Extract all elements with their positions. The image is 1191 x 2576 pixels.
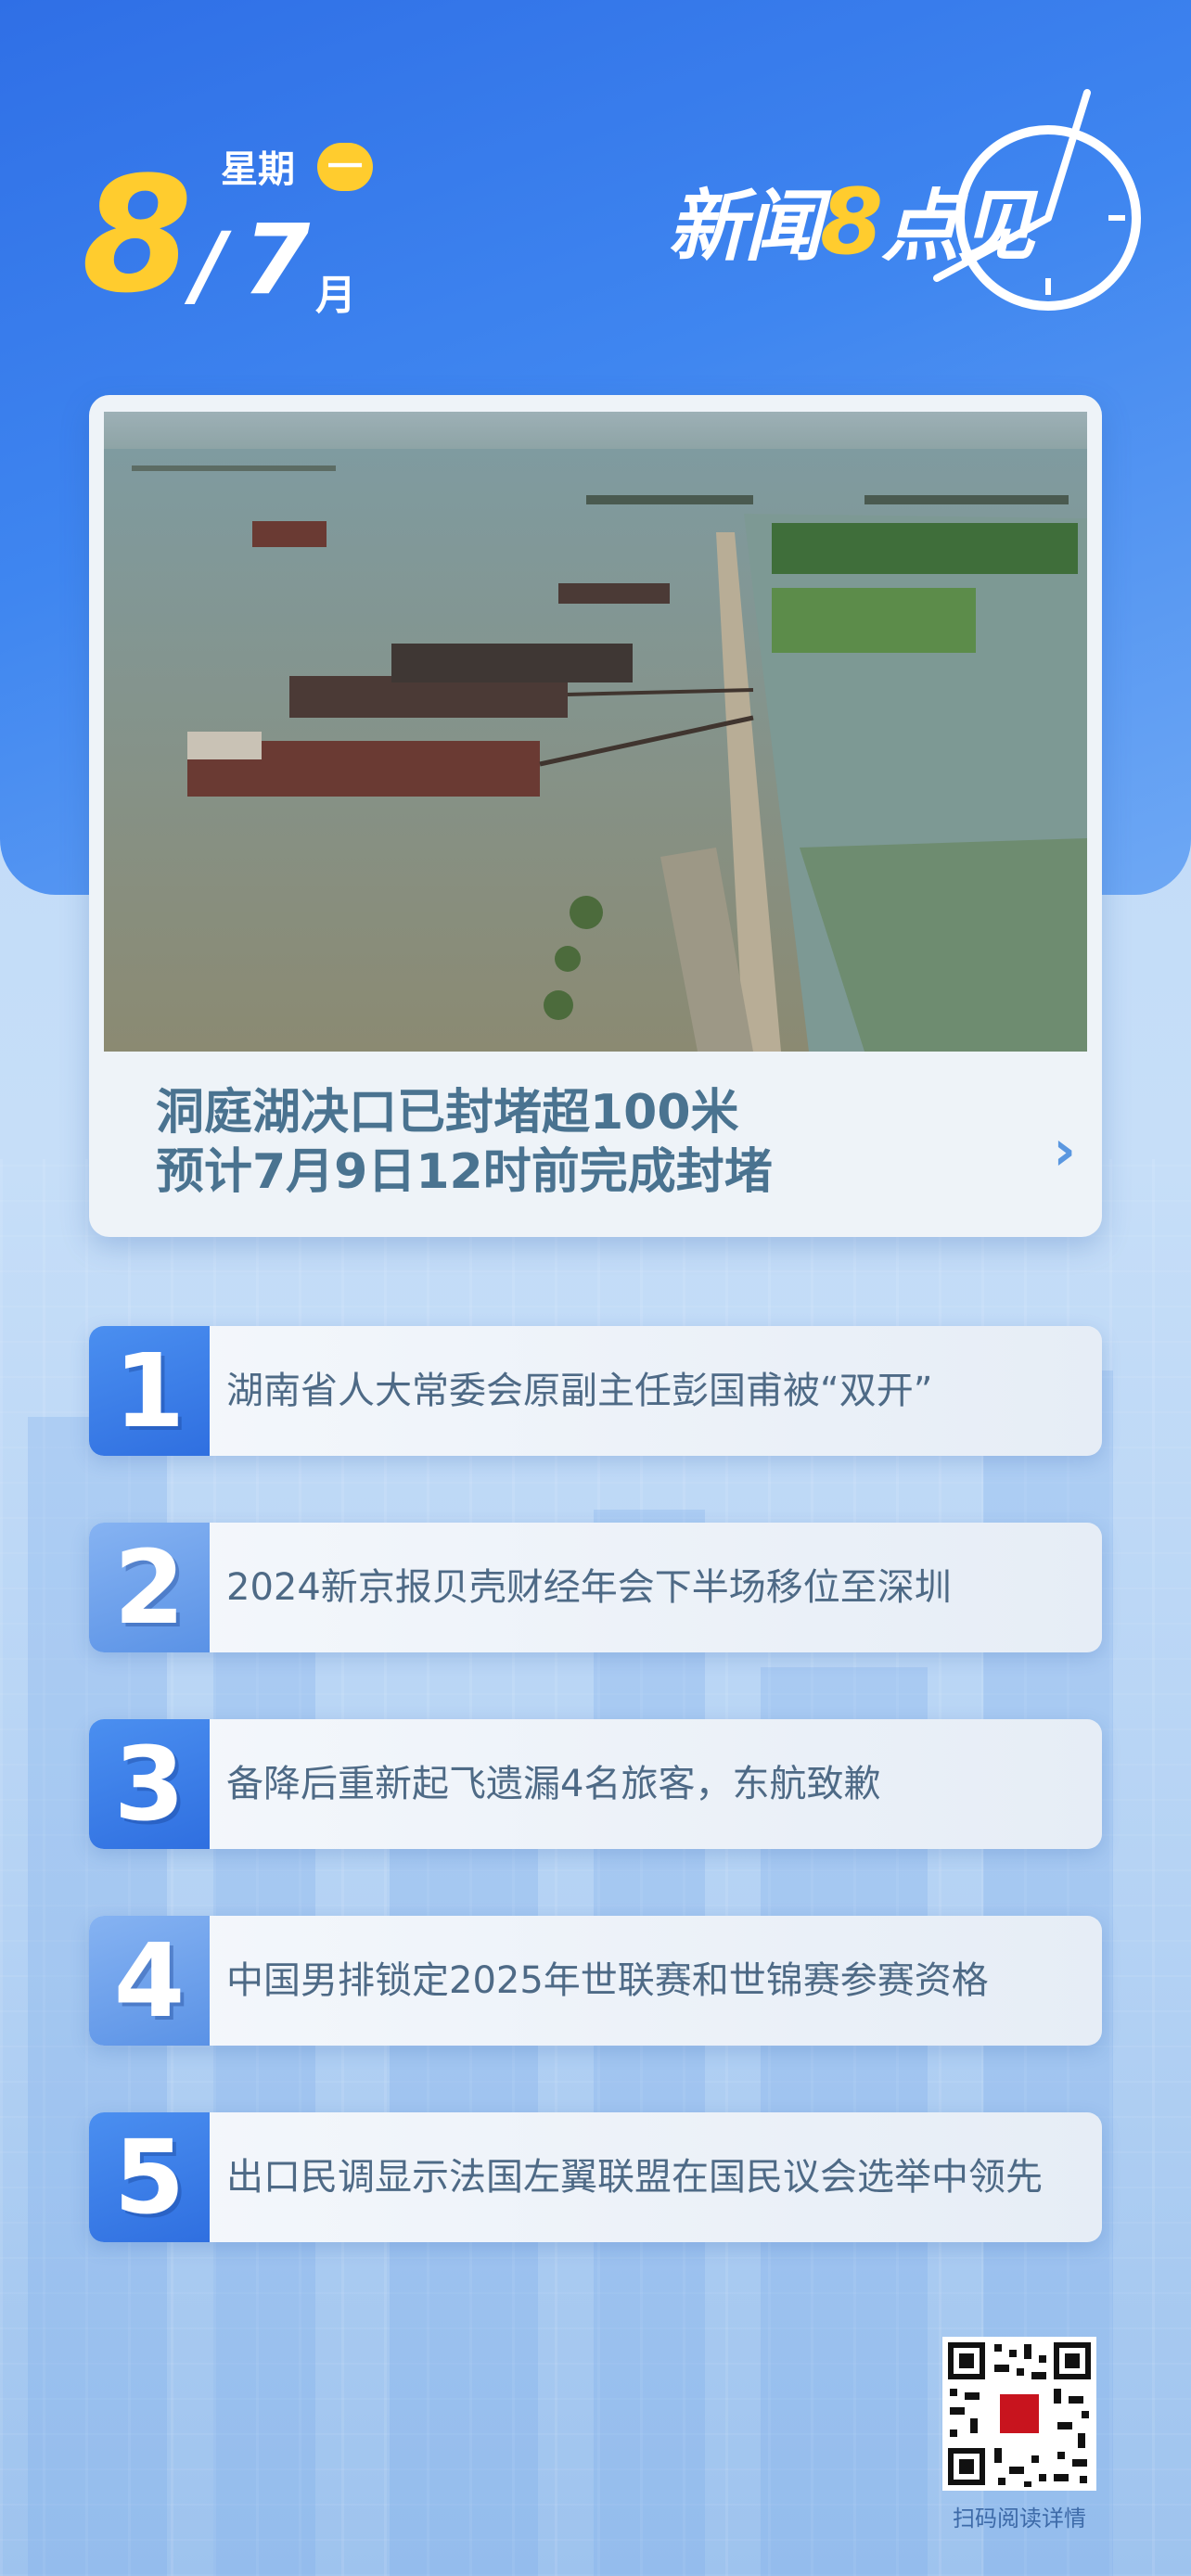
brand-wordmark: 新闻8点见 bbox=[668, 164, 1035, 276]
news-item-5[interactable]: 5 出口民调显示法国左翼联盟在国民议会选举中领先 bbox=[89, 2112, 1102, 2242]
brand-number: 8 bbox=[820, 170, 883, 275]
qr-code[interactable] bbox=[942, 2337, 1096, 2491]
news-number: 4 bbox=[89, 1916, 210, 2046]
news-item-1[interactable]: 1 湖南省人大常委会原副主任彭国甫被“双开” bbox=[89, 1326, 1102, 1456]
brand-logo: 新闻8点见 bbox=[668, 88, 1150, 311]
weekday-label: 星期 bbox=[221, 148, 295, 191]
qr-label: 扫码阅读详情 bbox=[953, 2506, 1086, 2531]
news-number: 5 bbox=[89, 2112, 210, 2242]
news-item-4[interactable]: 4 中国男排锁定2025年世联赛和世锦赛参赛资格 bbox=[89, 1916, 1102, 2046]
headline-title-line2: 预计7月9日12时前完成封堵 bbox=[156, 1144, 773, 1200]
news-title: 备降后重新起飞遗漏4名旅客，东航致歉 bbox=[226, 1763, 881, 1805]
date-day: 8 bbox=[82, 142, 193, 328]
chevron-right-icon[interactable]: › bbox=[1053, 1118, 1076, 1183]
headline-title: 洞庭湖决口已封堵超100米 预计7月9日12时前完成封堵 bbox=[156, 1083, 991, 1202]
brand-prefix: 新闻 bbox=[668, 181, 822, 272]
news-number: 3 bbox=[89, 1719, 210, 1849]
weekday-badge: 一 bbox=[317, 143, 373, 191]
date-month: 7 bbox=[243, 203, 311, 316]
brand-suffix: 点见 bbox=[881, 181, 1035, 272]
news-item-2[interactable]: 2 2024新京报贝壳财经年会下半场移位至深圳 bbox=[89, 1523, 1102, 1652]
headline-card[interactable]: 洞庭湖决口已封堵超100米 预计7月9日12时前完成封堵 › bbox=[89, 395, 1102, 1237]
news-item-3[interactable]: 3 备降后重新起飞遗漏4名旅客，东航致歉 bbox=[89, 1719, 1102, 1849]
date-month-unit: 月 bbox=[315, 272, 356, 319]
news-title: 出口民调显示法国左翼联盟在国民议会选举中领先 bbox=[226, 2156, 1043, 2199]
news-number: 2 bbox=[89, 1523, 210, 1652]
news-title: 中国男排锁定2025年世联赛和世锦赛参赛资格 bbox=[226, 1959, 989, 2002]
headline-photo bbox=[104, 412, 1087, 1052]
news-title: 2024新京报贝壳财经年会下半场移位至深圳 bbox=[226, 1566, 952, 1609]
headline-title-line1: 洞庭湖决口已封堵超100米 bbox=[156, 1085, 739, 1141]
date-separator: / bbox=[193, 213, 226, 317]
news-number: 1 bbox=[89, 1326, 210, 1456]
news-title: 湖南省人大常委会原副主任彭国甫被“双开” bbox=[226, 1370, 933, 1412]
